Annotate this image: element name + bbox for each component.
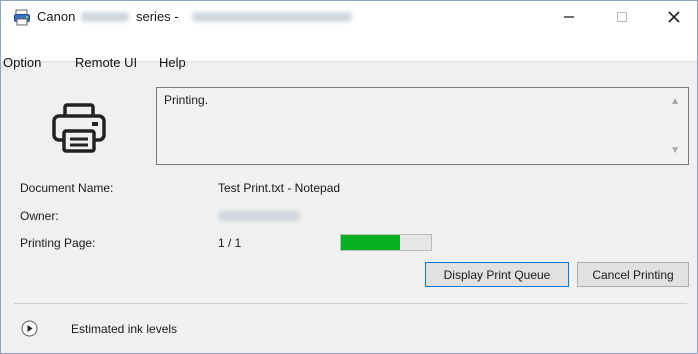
owner-label: Owner: [20, 209, 59, 223]
minimize-icon [564, 16, 574, 18]
maximize-icon [617, 12, 627, 22]
window-title-brand: Canon [37, 9, 76, 24]
cancel-printing-button[interactable]: Cancel Printing [577, 262, 689, 287]
menu-remote-ui[interactable]: Remote UI [75, 55, 137, 70]
menu-help[interactable]: Help [159, 55, 186, 70]
scroll-down-arrow[interactable]: ▼ [670, 145, 680, 156]
expand-ink-levels-icon[interactable] [21, 320, 38, 337]
menu-bar: Option Remote UI Help [1, 33, 697, 70]
document-name-label: Document Name: [20, 181, 114, 195]
maximize-button[interactable] [599, 1, 645, 33]
printer-status-window: Canon series - Option Remote UI Help Pri… [0, 0, 698, 354]
close-icon [668, 11, 680, 23]
display-print-queue-button[interactable]: Display Print Queue [425, 262, 569, 287]
close-button[interactable] [651, 1, 697, 33]
print-progress-fill [341, 235, 400, 250]
redacted-printer-name [192, 12, 352, 22]
scroll-up-arrow[interactable]: ▲ [670, 96, 680, 107]
title-bar[interactable]: Canon series - [1, 1, 697, 33]
redacted-model-name [81, 12, 129, 22]
printing-page-value: 1 / 1 [218, 236, 242, 250]
print-progress-bar [340, 234, 432, 251]
window-title-series: series - [136, 9, 179, 24]
estimated-ink-levels-label[interactable]: Estimated ink levels [71, 322, 177, 336]
status-message: Printing. [164, 93, 209, 107]
document-name-value: Test Print.txt - Notepad [218, 181, 341, 195]
printer-app-icon [14, 9, 30, 26]
status-message-box[interactable]: Printing. ▲ ▼ [156, 87, 689, 165]
menu-option[interactable]: Option [3, 55, 41, 70]
minimize-button[interactable] [546, 1, 592, 33]
printing-page-label: Printing Page: [20, 236, 96, 250]
section-divider [14, 303, 687, 304]
redacted-owner-value [218, 211, 300, 221]
printer-icon [52, 103, 106, 153]
